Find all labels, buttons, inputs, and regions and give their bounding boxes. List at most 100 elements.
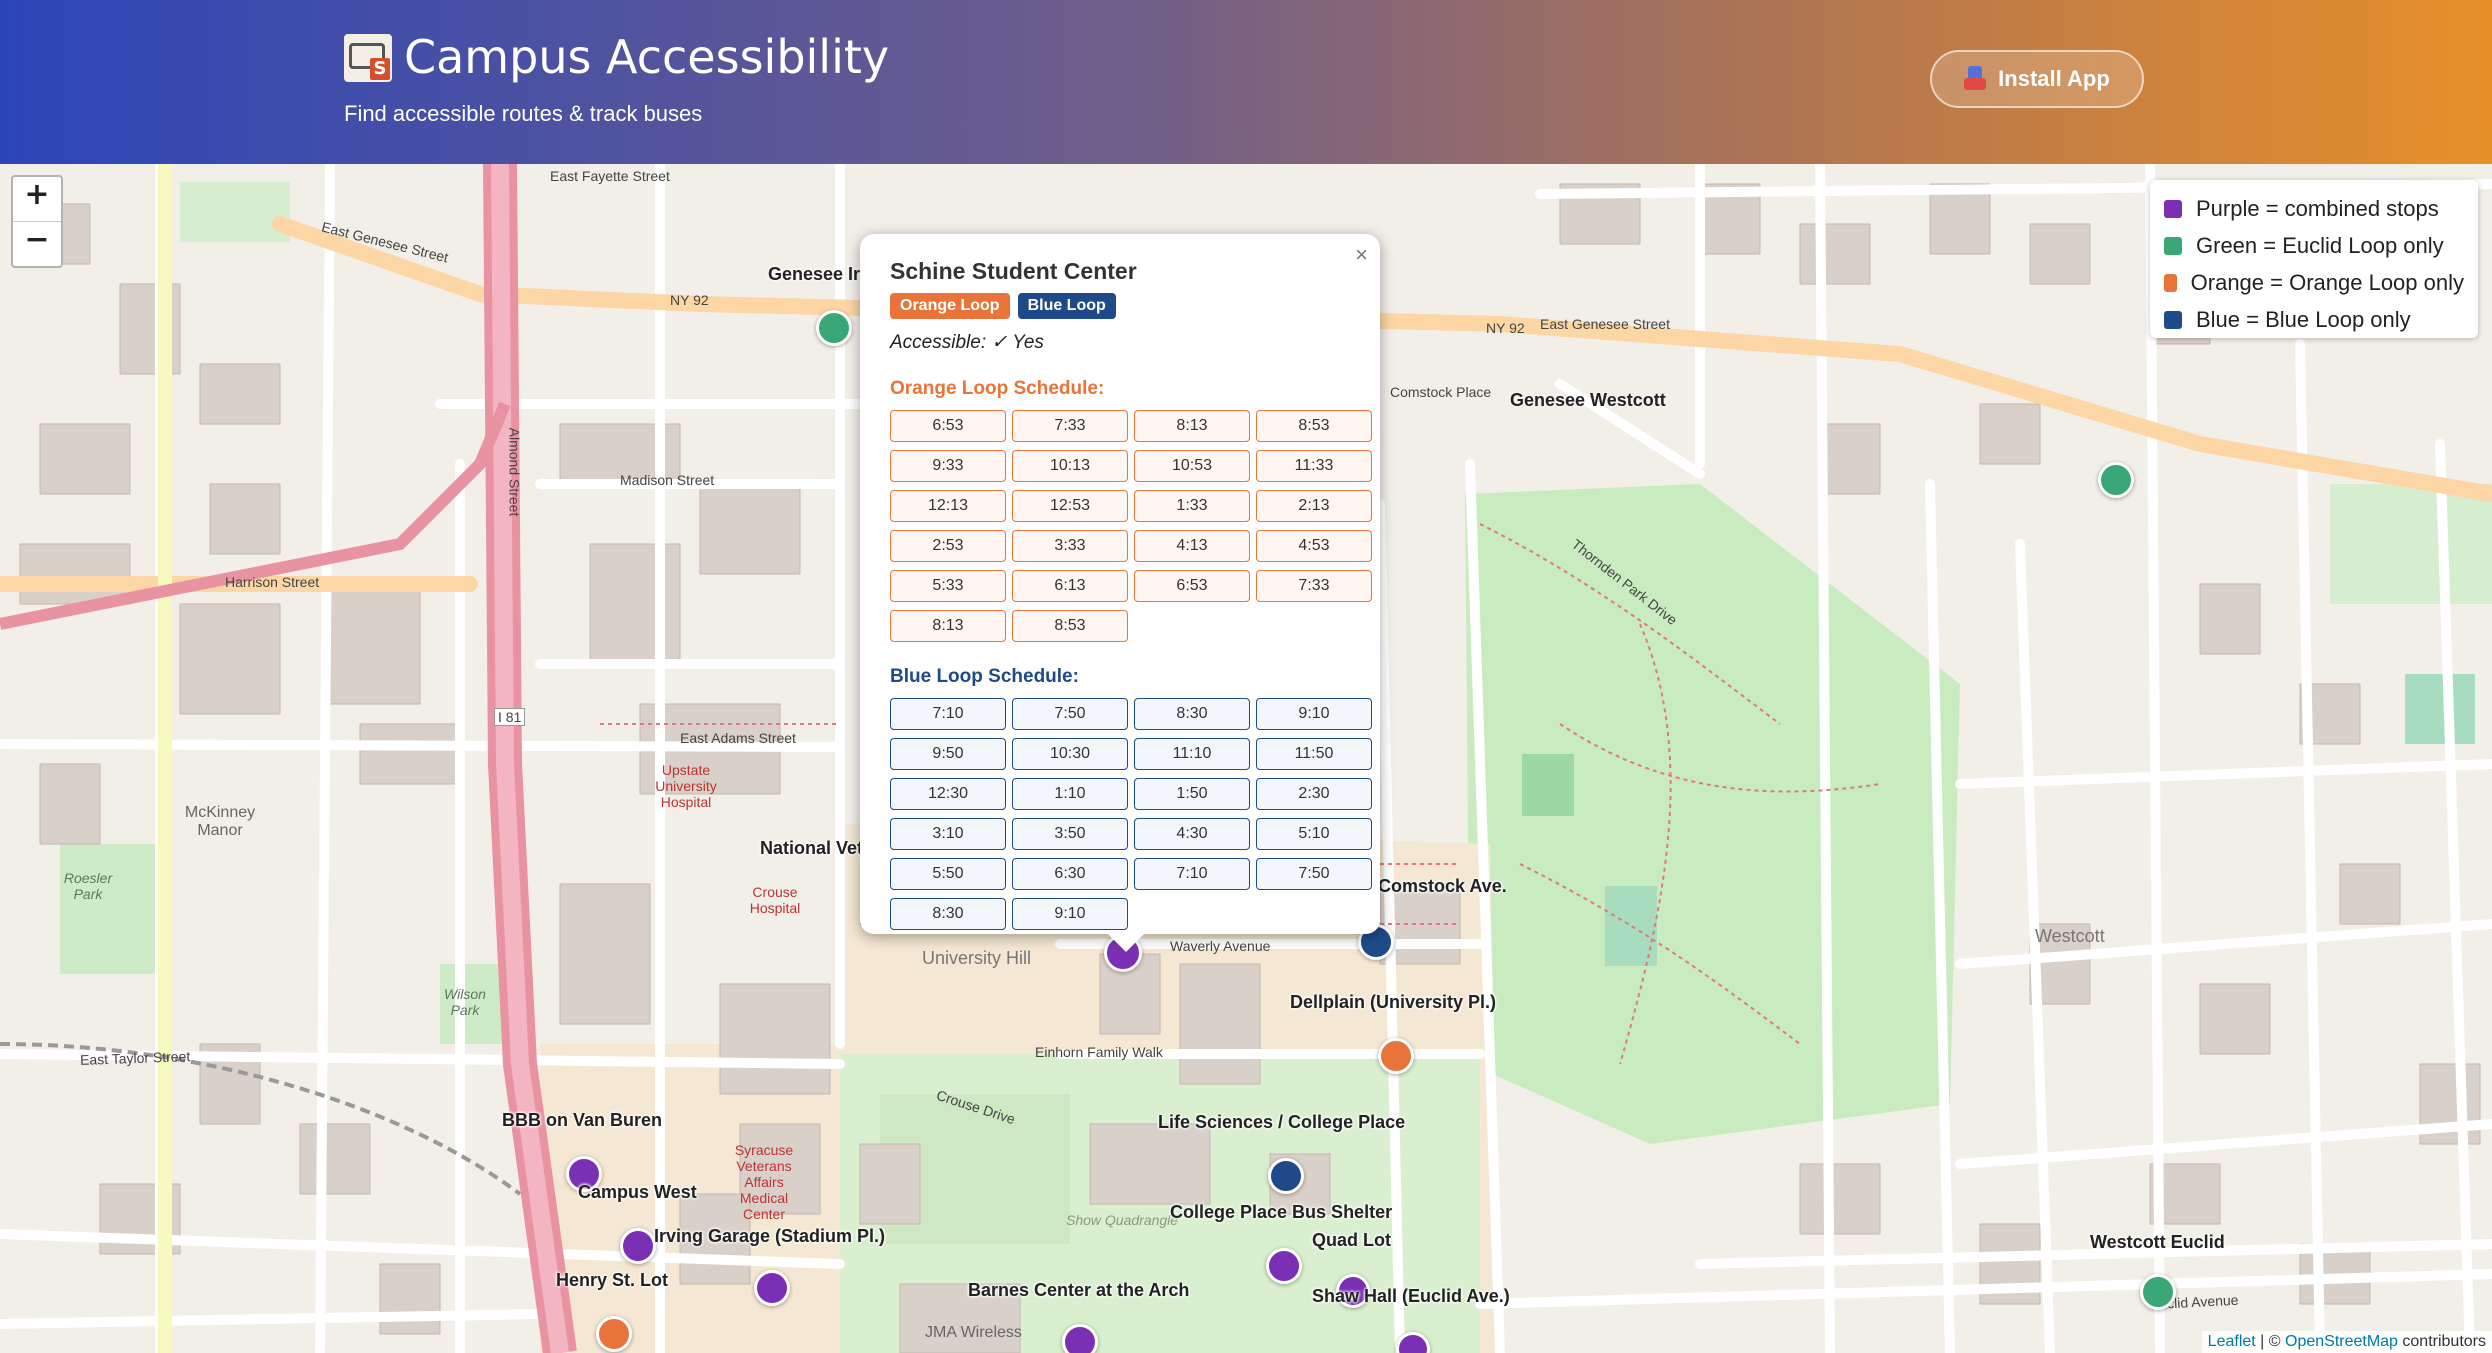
schedule-time-cell: 8:13	[890, 610, 1006, 642]
app-subtitle: Find accessible routes & track buses	[344, 101, 703, 126]
map-label-roesler: Roesler Park	[63, 870, 113, 902]
schedule-time-cell: 9:10	[1256, 698, 1372, 730]
legend-label-blue: Blue = Blue Loop only	[2196, 306, 2411, 332]
stop-marker-genesee-westcott[interactable]	[2098, 462, 2134, 498]
stop-label-campus-west: Campus West	[578, 1182, 697, 1202]
schedule-time-cell: 9:33	[890, 450, 1006, 482]
schedule-time-cell: 4:30	[1134, 818, 1250, 850]
schedule-time-cell: 7:10	[890, 698, 1006, 730]
popup-close-button[interactable]: ×	[1355, 242, 1368, 268]
schedule-time-cell: 2:53	[890, 530, 1006, 562]
app-title: Campus Accessibility	[404, 30, 890, 84]
schedule-time-cell: 4:53	[1256, 530, 1372, 562]
zoom-in-button[interactable]: +	[13, 177, 61, 221]
popup-title: Schine Student Center	[890, 258, 1137, 284]
schedule-time-cell: 10:13	[1012, 450, 1128, 482]
schedule-time-cell: 12:30	[890, 778, 1006, 810]
legend-swatch-blue	[2164, 310, 2182, 329]
stop-label-irving-garage: Irving Garage (Stadium Pl.)	[654, 1226, 886, 1246]
zoom-control: + −	[11, 175, 63, 268]
legend-label-purple: Purple = combined stops	[2196, 195, 2439, 221]
map-label-adams: East Adams Street	[680, 730, 796, 746]
schedule-time-cell: 8:53	[1256, 410, 1372, 442]
stop-label-genesee-westcott: Genesee Westcott	[1510, 390, 1666, 410]
stop-marker-westcott-euclid[interactable]	[2140, 1274, 2176, 1310]
map-legend: Purple = combined stops Green = Euclid L…	[2150, 180, 2478, 338]
stop-label-henry-st: Henry St. Lot	[556, 1270, 669, 1290]
map-label-westcott: Westcott	[2035, 926, 2105, 946]
schedule-time-cell: 6:30	[1012, 858, 1128, 890]
schedule-time-cell: 6:53	[1134, 570, 1250, 602]
stop-label-comstock: Comstock Ave.	[1378, 876, 1507, 896]
schedule-time-cell: 8:30	[890, 898, 1006, 930]
stop-marker-college-place[interactable]	[1266, 1248, 1302, 1284]
map-label-syracuse-va: Syracuse Veterans Affairs Medical Center	[734, 1142, 794, 1222]
map-label-harrison: Harrison Street	[225, 574, 320, 590]
stop-marker-stadium[interactable]	[754, 1270, 790, 1306]
accessible-status: Accessible: ✓ Yes	[890, 332, 1044, 353]
schedule-time-cell: 7:50	[1256, 858, 1372, 890]
attribution-sep: | ©	[2255, 1333, 2285, 1350]
zoom-out-button[interactable]: −	[13, 221, 61, 266]
legend-item-green: Green = Euclid Loop only	[2164, 227, 2464, 264]
map-label-ny92-east: NY 92	[1486, 320, 1525, 336]
install-app-label: Install App	[1998, 66, 2110, 91]
map-attribution: Leaflet | © OpenStreetMap contributors	[2201, 1331, 2492, 1353]
schedule-time-cell: 5:10	[1256, 818, 1372, 850]
map-label-mckinney: McKinney Manor	[184, 804, 256, 839]
schedule-time-cell: 10:53	[1134, 450, 1250, 482]
schedule-time-cell: 5:50	[890, 858, 1006, 890]
map-label-i81: I 81	[494, 708, 526, 726]
blue-schedule-heading: Blue Loop Schedule:	[890, 666, 1079, 687]
map-label-upstate: Upstate University Hospital	[655, 762, 717, 810]
map-label-ny92-west: NY 92	[670, 292, 709, 308]
schedule-time-cell: 1:50	[1134, 778, 1250, 810]
orange-schedule-grid: 6:53 7:33 8:13 8:53 9:33 10:13 10:53 11:33 12:13…	[890, 410, 1372, 642]
schedule-time-cell: 3:10	[890, 818, 1006, 850]
stop-marker-genesee-irving[interactable]	[816, 310, 852, 346]
legend-item-purple: Purple = combined stops	[2164, 190, 2464, 227]
schedule-time-cell: 12:13	[890, 490, 1006, 522]
osm-link[interactable]: OpenStreetMap	[2285, 1333, 2398, 1350]
schedule-time-cell: 12:53	[1012, 490, 1128, 522]
leaflet-link[interactable]: Leaflet	[2208, 1333, 2256, 1350]
legend-swatch-green	[2164, 236, 2182, 255]
schedule-time-cell: 7:10	[1134, 858, 1250, 890]
map-label-jma: JMA Wireless	[925, 1324, 1022, 1341]
map-label-wilson: Wilson Park	[444, 986, 486, 1018]
schedule-time-cell: 2:13	[1256, 490, 1372, 522]
schedule-time-cell: 11:10	[1134, 738, 1250, 770]
schedule-time-cell: 8:13	[1134, 410, 1250, 442]
schedule-time-cell: 1:33	[1134, 490, 1250, 522]
badge-blue-loop: Blue Loop	[1017, 293, 1116, 319]
install-app-button[interactable]: Install App	[1930, 50, 2144, 108]
stop-marker-henry-st[interactable]	[596, 1316, 632, 1352]
stop-marker-dellplain[interactable]	[1378, 1038, 1414, 1074]
map-label-east-genesee-east: East Genesee Street	[1540, 316, 1670, 332]
schedule-time-cell: 5:33	[890, 570, 1006, 602]
schedule-time-cell: 3:33	[1012, 530, 1128, 562]
schedule-time-cell: 2:30	[1256, 778, 1372, 810]
map-label-waverly: Waverly Avenue	[1170, 938, 1271, 954]
blue-schedule-grid: 7:10 7:50 8:30 9:10 9:50 10:30 11:10 11:50 12:30…	[890, 698, 1372, 930]
map-label-crouse-hospital: Crouse Hospital	[749, 884, 801, 916]
stop-label-college-place: College Place Bus Shelter	[1170, 1202, 1393, 1222]
schedule-time-cell: 7:33	[1256, 570, 1372, 602]
legend-label-orange: Orange = Orange Loop only	[2190, 269, 2464, 295]
schedule-time-cell: 8:53	[1012, 610, 1128, 642]
schedule-time-cell: 4:13	[1134, 530, 1250, 562]
schedule-time-cell: 9:50	[890, 738, 1006, 770]
schedule-time-cell: 8:30	[1134, 698, 1250, 730]
schedule-time-cell: 7:33	[1012, 410, 1128, 442]
stop-marker-barnes[interactable]	[1062, 1324, 1098, 1353]
stop-label-genesee-irving: Genesee Ir	[768, 264, 861, 284]
stop-marker-life-sciences[interactable]	[1268, 1158, 1304, 1194]
map-label-almond: Almond Street	[506, 427, 523, 517]
schedule-time-cell: 1:10	[1012, 778, 1128, 810]
schedule-time-cell: 3:50	[1012, 818, 1128, 850]
stop-marker-irving-garage[interactable]	[620, 1228, 656, 1264]
stop-label-bbb: BBB on Van Buren	[502, 1110, 663, 1130]
phone-install-icon	[1964, 66, 1987, 92]
schedule-time-cell: 11:33	[1256, 450, 1372, 482]
legend-swatch-purple	[2164, 199, 2182, 218]
